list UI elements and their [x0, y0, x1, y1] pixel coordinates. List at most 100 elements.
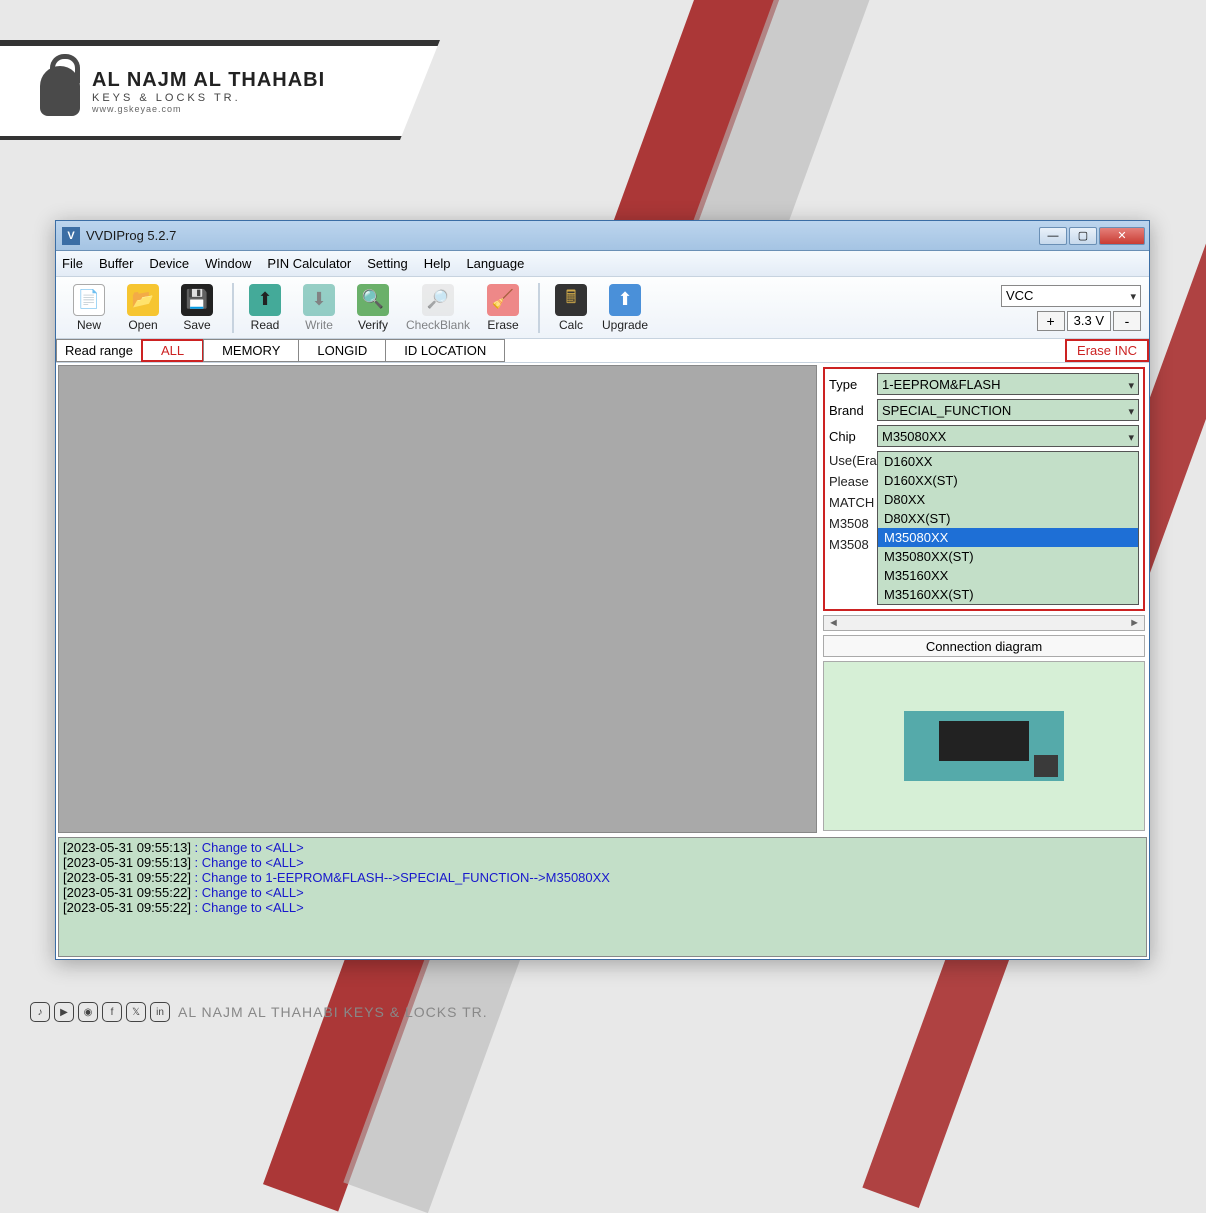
- titlebar: V VVDIProg 5.2.7 — ▢ ✕: [56, 221, 1149, 251]
- social-icons: ♪ ▶ ◉ f 𝕏 in: [30, 1002, 170, 1022]
- save-button[interactable]: 💾Save: [172, 280, 222, 336]
- menu-file[interactable]: File: [62, 256, 83, 271]
- hint-text: Use(Era: [829, 451, 877, 472]
- menu-pin-calculator[interactable]: PIN Calculator: [267, 256, 351, 271]
- save-icon: 💾: [181, 284, 213, 316]
- write-button[interactable]: ⬇Write: [294, 280, 344, 336]
- vcc-label: VCC: [1006, 288, 1033, 303]
- menu-language[interactable]: Language: [466, 256, 524, 271]
- menu-setting[interactable]: Setting: [367, 256, 407, 271]
- new-button[interactable]: 📄New: [64, 280, 114, 336]
- new-icon: 📄: [73, 284, 105, 316]
- log-line: [2023-05-31 09:55:22] : Change to <ALL>: [63, 885, 1142, 900]
- chip-option-selected[interactable]: M35080XX: [878, 528, 1138, 547]
- erase-button[interactable]: 🧹Erase: [478, 280, 528, 336]
- chevron-down-icon: [1130, 288, 1136, 303]
- selection-block: Type 1-EEPROM&FLASH Brand SPECIAL_FUNCTI…: [823, 367, 1145, 611]
- menu-help[interactable]: Help: [424, 256, 451, 271]
- minimize-button[interactable]: —: [1039, 227, 1067, 245]
- brand-website: www.gskeyae.com: [92, 104, 325, 114]
- type-label: Type: [829, 377, 877, 392]
- instagram-icon[interactable]: ◉: [78, 1002, 98, 1022]
- menubar: File Buffer Device Window PIN Calculator…: [56, 251, 1149, 277]
- twitter-icon[interactable]: 𝕏: [126, 1002, 146, 1022]
- linkedin-icon[interactable]: in: [150, 1002, 170, 1022]
- hint-text: MATCH: [829, 493, 877, 514]
- footer: ♪ ▶ ◉ f 𝕏 in AL NAJM AL THAHABI KEYS & L…: [30, 1002, 488, 1022]
- log-line: [2023-05-31 09:55:13] : Change to <ALL>: [63, 840, 1142, 855]
- connection-diagram-image: [823, 661, 1145, 831]
- chevron-down-icon: [1128, 377, 1134, 392]
- log-line: [2023-05-31 09:55:22] : Change to 1-EEPR…: [63, 870, 1142, 885]
- read-range-bar: Read range ALL MEMORY LONGID ID LOCATION…: [56, 339, 1149, 363]
- vcc-select[interactable]: VCC: [1001, 285, 1141, 307]
- log-line: [2023-05-31 09:55:13] : Change to <ALL>: [63, 855, 1142, 870]
- chip-option[interactable]: M35160XX: [878, 566, 1138, 585]
- calc-button[interactable]: 🖩Calc: [546, 280, 596, 336]
- read-icon: ⬆: [249, 284, 281, 316]
- youtube-icon[interactable]: ▶: [54, 1002, 74, 1022]
- menu-buffer[interactable]: Buffer: [99, 256, 133, 271]
- maximize-button[interactable]: ▢: [1069, 227, 1097, 245]
- app-window: V VVDIProg 5.2.7 — ▢ ✕ File Buffer Devic…: [55, 220, 1150, 960]
- upgrade-button[interactable]: ⬆Upgrade: [600, 280, 650, 336]
- power-controls: VCC + 3.3 V -: [1001, 285, 1141, 331]
- chip-option[interactable]: D80XX: [878, 490, 1138, 509]
- tiktok-icon[interactable]: ♪: [30, 1002, 50, 1022]
- log-panel[interactable]: [2023-05-31 09:55:13] : Change to <ALL>[…: [58, 837, 1147, 957]
- chip-selector-panel: Type 1-EEPROM&FLASH Brand SPECIAL_FUNCTI…: [819, 363, 1149, 835]
- voltage-minus-button[interactable]: -: [1113, 311, 1141, 331]
- scroll-left-icon[interactable]: ◄: [828, 617, 839, 629]
- write-icon: ⬇: [303, 284, 335, 316]
- hex-view[interactable]: [58, 365, 817, 833]
- chip-label: Chip: [829, 429, 877, 444]
- chip-select[interactable]: M35080XX: [877, 425, 1139, 447]
- menu-window[interactable]: Window: [205, 256, 251, 271]
- log-line: [2023-05-31 09:55:22] : Change to <ALL>: [63, 900, 1142, 915]
- range-tab-all[interactable]: ALL: [141, 339, 204, 362]
- open-button[interactable]: 📂Open: [118, 280, 168, 336]
- hint-text: M3508: [829, 535, 877, 556]
- range-tab-idlocation[interactable]: ID LOCATION: [385, 339, 505, 362]
- chip-option[interactable]: M35160XX(ST): [878, 585, 1138, 604]
- checkblank-button[interactable]: 🔎CheckBlank: [402, 280, 474, 336]
- toolbar: 📄New 📂Open 💾Save ⬆Read ⬇Write 🔍Verify 🔎C…: [56, 277, 1149, 339]
- chip-option[interactable]: D160XX: [878, 452, 1138, 471]
- main-area: Type 1-EEPROM&FLASH Brand SPECIAL_FUNCTI…: [56, 363, 1149, 835]
- open-icon: 📂: [127, 284, 159, 316]
- facebook-icon[interactable]: f: [102, 1002, 122, 1022]
- toolbar-separator: [538, 283, 540, 333]
- erase-inc-button[interactable]: Erase INC: [1065, 339, 1149, 362]
- range-tab-memory[interactable]: MEMORY: [203, 339, 299, 362]
- verify-button[interactable]: 🔍Verify: [348, 280, 398, 336]
- window-title: VVDIProg 5.2.7: [86, 228, 1037, 243]
- footer-text: AL NAJM AL THAHABI KEYS & LOCKS TR.: [178, 1004, 488, 1020]
- toolbar-separator: [232, 283, 234, 333]
- chip-option[interactable]: M35080XX(ST): [878, 547, 1138, 566]
- brand-label: Brand: [829, 403, 877, 418]
- brand-subtitle: KEYS & LOCKS TR.: [92, 92, 325, 104]
- calc-icon: 🖩: [555, 284, 587, 316]
- connection-diagram-button[interactable]: Connection diagram: [823, 635, 1145, 657]
- chip-option[interactable]: D160XX(ST): [878, 471, 1138, 490]
- verify-icon: 🔍: [357, 284, 389, 316]
- scroll-right-icon[interactable]: ►: [1129, 617, 1140, 629]
- chip-option[interactable]: D80XX(ST): [878, 509, 1138, 528]
- voltage-plus-button[interactable]: +: [1037, 311, 1065, 331]
- close-button[interactable]: ✕: [1099, 227, 1145, 245]
- chevron-down-icon: [1128, 403, 1134, 418]
- read-button[interactable]: ⬆Read: [240, 280, 290, 336]
- chip-graphic: [904, 711, 1064, 781]
- chip-dropdown-list[interactable]: D160XX D160XX(ST) D80XX D80XX(ST) M35080…: [877, 451, 1139, 605]
- brand-select[interactable]: SPECIAL_FUNCTION: [877, 399, 1139, 421]
- type-select[interactable]: 1-EEPROM&FLASH: [877, 373, 1139, 395]
- read-range-label: Read range: [56, 339, 142, 362]
- menu-device[interactable]: Device: [149, 256, 189, 271]
- range-tab-longid[interactable]: LONGID: [298, 339, 386, 362]
- lock-icon: [40, 66, 80, 116]
- brand-header: AL NAJM AL THAHABI KEYS & LOCKS TR. www.…: [0, 40, 440, 140]
- erase-icon: 🧹: [487, 284, 519, 316]
- app-icon: V: [62, 227, 80, 245]
- horizontal-scrollbar[interactable]: ◄►: [823, 615, 1145, 631]
- voltage-value: 3.3 V: [1067, 311, 1111, 331]
